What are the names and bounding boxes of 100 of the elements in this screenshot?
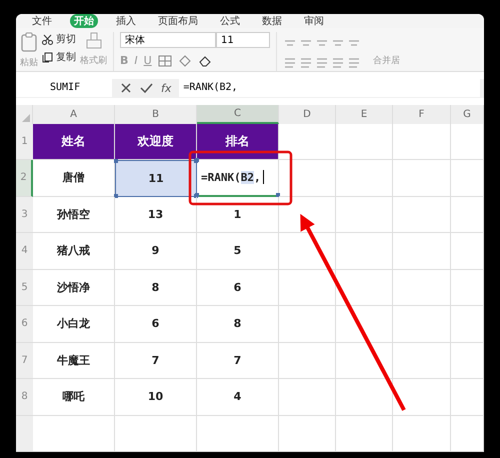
fill-color-icon[interactable] bbox=[178, 54, 192, 66]
empty-cell bbox=[279, 233, 336, 270]
eraser-icon[interactable] bbox=[198, 54, 212, 66]
header-cell: 排名 bbox=[197, 124, 279, 160]
formula-input[interactable]: =RANK(B2, bbox=[179, 79, 480, 98]
column-header[interactable]: G bbox=[451, 104, 484, 124]
merge-label[interactable]: 合并居 bbox=[373, 54, 400, 68]
empty-cell bbox=[451, 160, 484, 196]
table-cell: 7 bbox=[115, 342, 197, 379]
empty-cell bbox=[336, 270, 393, 306]
empty-cell bbox=[279, 342, 336, 379]
table-cell: 9 bbox=[115, 233, 197, 270]
select-all-icon[interactable] bbox=[22, 114, 30, 122]
cancel-icon[interactable] bbox=[120, 82, 132, 94]
row-header[interactable]: 2 bbox=[16, 160, 33, 196]
column-header[interactable]: B bbox=[115, 104, 197, 124]
empty-cell bbox=[336, 196, 393, 233]
editing-cell[interactable]: =RANK(B2, bbox=[197, 160, 279, 196]
function-label[interactable]: fx bbox=[161, 82, 172, 95]
column-header[interactable]: A bbox=[33, 104, 115, 124]
menu-tab[interactable]: 数据 bbox=[258, 14, 286, 28]
check-icon[interactable] bbox=[140, 82, 153, 94]
menu-tab[interactable]: 公式 bbox=[216, 14, 244, 28]
table-cell: 13 bbox=[115, 196, 197, 233]
table-cell: 4 bbox=[197, 379, 279, 416]
menu-tab[interactable]: 文件 bbox=[28, 14, 56, 28]
column-header[interactable]: C bbox=[197, 104, 279, 124]
clipboard-icon[interactable] bbox=[20, 32, 38, 52]
borders-icon[interactable] bbox=[158, 54, 172, 66]
format-painter-label[interactable]: 格式刷 bbox=[80, 54, 107, 67]
cut-button[interactable]: 剪切 bbox=[42, 32, 76, 46]
menu-tab[interactable]: 页面布局 bbox=[154, 14, 202, 28]
column-header[interactable]: D bbox=[279, 104, 336, 124]
row-header[interactable]: 7 bbox=[16, 342, 33, 379]
table-cell: 小白龙 bbox=[33, 306, 115, 342]
empty-cell bbox=[279, 416, 336, 452]
menu-tab[interactable]: 开始 bbox=[70, 14, 98, 28]
table-cell: 6 bbox=[115, 306, 197, 342]
empty-cell bbox=[393, 160, 451, 196]
font-dropdown[interactable]: 宋体 bbox=[120, 32, 216, 48]
row-header[interactable]: 5 bbox=[16, 270, 33, 306]
table-cell: 8 bbox=[197, 306, 279, 342]
name-box[interactable]: SUMIF bbox=[16, 79, 112, 98]
table-cell: 5 bbox=[197, 233, 279, 270]
text-style-button[interactable]: U bbox=[144, 54, 152, 67]
copy-button[interactable]: 复制 bbox=[42, 50, 76, 64]
empty-cell bbox=[336, 342, 393, 379]
paste-label[interactable]: 粘贴 bbox=[20, 56, 38, 69]
copy-icon bbox=[42, 52, 53, 62]
table-cell: 孙悟空 bbox=[33, 196, 115, 233]
table-cell: 猪八戒 bbox=[33, 233, 115, 270]
header-cell: 姓名 bbox=[33, 124, 115, 160]
empty-cell bbox=[279, 306, 336, 342]
row-header[interactable]: 6 bbox=[16, 306, 33, 342]
table-cell: 7 bbox=[197, 342, 279, 379]
empty-cell bbox=[393, 233, 451, 270]
column-header[interactable]: F bbox=[393, 104, 451, 124]
empty-cell bbox=[336, 306, 393, 342]
empty-cell bbox=[451, 233, 484, 270]
text-style-button[interactable]: B bbox=[120, 54, 128, 67]
menu-tab[interactable]: 插入 bbox=[112, 14, 140, 28]
empty-cell bbox=[336, 160, 393, 196]
empty-cell bbox=[336, 416, 393, 452]
cell-formula: =RANK(B2, bbox=[201, 170, 261, 184]
row-header[interactable]: 8 bbox=[16, 379, 33, 416]
empty-cell bbox=[393, 416, 451, 452]
table-cell: 哪吒 bbox=[33, 379, 115, 416]
empty-cell bbox=[279, 270, 336, 306]
empty-cell bbox=[451, 196, 484, 233]
empty-cell bbox=[279, 196, 336, 233]
table-cell: 牛魔王 bbox=[33, 342, 115, 379]
empty-cell bbox=[393, 379, 451, 416]
table-cell: 11 bbox=[115, 160, 197, 196]
empty-cell bbox=[336, 379, 393, 416]
column-header[interactable]: E bbox=[336, 104, 393, 124]
table-cell: 沙悟净 bbox=[33, 270, 115, 306]
empty-cell bbox=[451, 270, 484, 306]
header-cell: 欢迎度 bbox=[115, 124, 197, 160]
empty-cell bbox=[451, 306, 484, 342]
empty-cell bbox=[279, 160, 336, 196]
row-header[interactable]: 3 bbox=[16, 196, 33, 233]
text-style-button[interactable]: I bbox=[134, 54, 138, 67]
empty-cell bbox=[336, 233, 393, 270]
table-cell: 10 bbox=[115, 379, 197, 416]
empty-cell bbox=[393, 306, 451, 342]
empty-cell bbox=[393, 196, 451, 233]
scissors-icon bbox=[42, 34, 53, 44]
empty-cell bbox=[393, 270, 451, 306]
menu-tab[interactable]: 审阅 bbox=[300, 14, 328, 28]
empty-cell bbox=[393, 342, 451, 379]
table-cell: 6 bbox=[197, 270, 279, 306]
empty-cell bbox=[451, 379, 484, 416]
font-size-dropdown[interactable]: 11 bbox=[216, 32, 270, 48]
empty-cell bbox=[393, 124, 451, 160]
row-header[interactable]: 1 bbox=[16, 124, 33, 160]
table-cell: 1 bbox=[197, 196, 279, 233]
empty-cell bbox=[451, 342, 484, 379]
row-header[interactable]: 4 bbox=[16, 233, 33, 270]
empty-cell bbox=[451, 416, 484, 452]
empty-cell bbox=[279, 379, 336, 416]
